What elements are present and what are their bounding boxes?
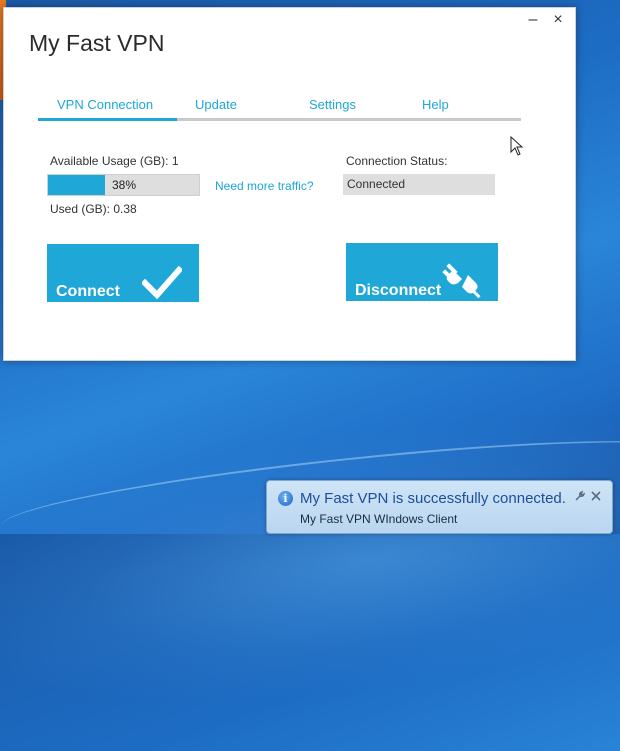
used-label: Used (GB): 0.38 <box>50 202 137 216</box>
vpn-app-window: – × My Fast VPN VPN Connection Update Se… <box>3 7 576 361</box>
notification-title: My Fast VPN is successfully connected. <box>300 490 566 507</box>
disconnect-button-label: Disconnect <box>355 282 442 299</box>
disconnect-button[interactable]: Disconnect <box>346 243 498 301</box>
connect-button[interactable]: Connect <box>47 244 199 302</box>
unplug-icon <box>442 263 481 299</box>
usage-progress-bar: 38% <box>47 174 200 196</box>
usage-progress-text: 38% <box>112 178 137 192</box>
connect-button-label: Connect <box>56 283 120 300</box>
app-title: My Fast VPN <box>29 30 165 56</box>
usage-progress-fill <box>48 175 106 195</box>
close-button[interactable]: × <box>549 10 567 30</box>
connection-status-value: Connected <box>343 174 495 195</box>
connection-status-label: Connection Status: <box>346 154 448 168</box>
notification-subtitle: My Fast VPN WIndows Client <box>300 512 458 526</box>
tab-help[interactable]: Help <box>422 97 449 112</box>
mouse-cursor-icon <box>510 136 524 156</box>
need-more-traffic-link[interactable]: Need more traffic? <box>215 179 314 193</box>
active-tab-indicator <box>38 118 177 121</box>
desktop-glow <box>0 368 620 751</box>
tab-vpn-connection[interactable]: VPN Connection <box>57 97 153 112</box>
tab-settings[interactable]: Settings <box>309 97 356 112</box>
available-usage-label: Available Usage (GB): 1 <box>50 154 179 168</box>
minimize-button[interactable]: – <box>524 10 542 30</box>
connection-notification[interactable]: i My Fast VPN is successfully connected.… <box>266 480 613 534</box>
tab-update[interactable]: Update <box>195 97 237 112</box>
info-icon: i <box>278 491 293 506</box>
notification-close-icon[interactable] <box>591 491 601 501</box>
checkmark-icon <box>142 266 182 300</box>
wrench-icon[interactable] <box>574 491 585 502</box>
